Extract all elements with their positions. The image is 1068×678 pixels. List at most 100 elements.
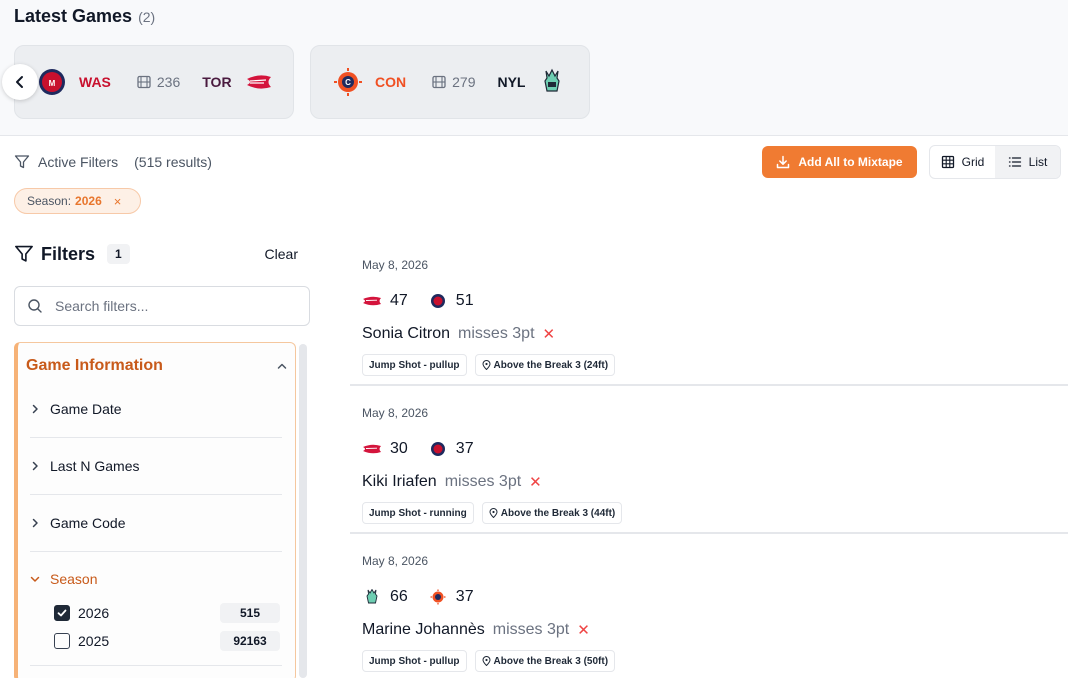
download-icon [777, 155, 790, 169]
team-abbr-home: WAS [79, 74, 111, 90]
play-item[interactable]: May 8, 2026 30 37 Kiki Iriafen misses 3p… [350, 386, 1068, 534]
play-score: 66 37 [362, 588, 474, 606]
play-item[interactable]: May 8, 2026 66 37 Marine Johannès misses… [350, 534, 1068, 678]
search-filters-input[interactable] [55, 298, 295, 314]
search-icon [28, 299, 42, 313]
location-pin-icon [482, 656, 491, 666]
team-abbr-away: TOR [202, 74, 232, 90]
option-count-badge: 515 [220, 603, 280, 623]
latest-games-title: Latest Games (2) [14, 6, 156, 26]
sun-logo-icon [428, 589, 448, 605]
miss-x-icon: ✕ [577, 622, 590, 639]
view-toggle: Grid List [929, 145, 1061, 179]
season-filter-chip[interactable]: Season: 2026 × [14, 188, 141, 214]
list-view-button[interactable]: List [995, 146, 1060, 178]
chevron-up-icon [277, 363, 287, 369]
filter-icon [14, 155, 30, 169]
shot-type-tag[interactable]: Jump Shot - running [362, 502, 474, 524]
checkbox-unchecked[interactable] [54, 633, 70, 649]
play-score: 47 51 [362, 292, 474, 310]
add-all-to-mixtape-button[interactable]: Add All to Mixtape [762, 146, 917, 178]
miss-x-icon: ✕ [529, 474, 542, 491]
location-pin-icon [482, 360, 491, 370]
chevron-right-icon [32, 404, 38, 414]
mystics-logo-icon [428, 441, 448, 457]
film-icon [432, 75, 446, 89]
game-information-header[interactable]: Game Information [26, 357, 288, 375]
mystics-logo-icon [428, 293, 448, 309]
latest-games-section: Latest Games (2) M WAS 236 TOR C CON 279 … [0, 0, 1068, 136]
team-abbr-away: NYL [497, 74, 526, 90]
filter-game-date[interactable]: Game Date [30, 381, 282, 438]
svg-text:M: M [49, 79, 56, 88]
game-information-panel: Game Information Game Date Last N Games … [14, 342, 296, 678]
player-name[interactable]: Sonia Citron [362, 325, 450, 343]
divider [30, 665, 282, 666]
film-icon [137, 75, 151, 89]
tempo-logo-icon [244, 67, 274, 97]
filters-title: Filters [41, 243, 96, 264]
grid-icon [941, 155, 954, 169]
active-filters-label: Active Filters [38, 154, 119, 170]
play-score: 30 37 [362, 440, 474, 458]
chevron-right-icon [32, 461, 38, 471]
shot-type-tag[interactable]: Jump Shot - pullup [362, 354, 467, 376]
play-date: May 8, 2026 [362, 258, 429, 272]
chevron-left-icon [16, 76, 23, 88]
shot-type-tag[interactable]: Jump Shot - pullup [362, 650, 467, 672]
sun-logo-icon: C [333, 67, 363, 97]
tempo-logo-icon [362, 441, 382, 457]
list-icon [1008, 157, 1021, 167]
filter-last-n-games[interactable]: Last N Games [30, 438, 282, 495]
play-description: Sonia Citron misses 3pt ✕ [362, 325, 555, 343]
results-count: (515 results) [134, 154, 212, 170]
location-pin-icon [489, 508, 498, 518]
play-item[interactable]: May 8, 2026 47 51 Sonia Citron misses 3p… [350, 238, 1068, 386]
zone-tag[interactable]: Above the Break 3 (50ft) [474, 650, 616, 672]
clips-count: 279 [432, 74, 475, 90]
checkbox-checked[interactable] [54, 605, 70, 621]
svg-text:C: C [345, 78, 351, 87]
miss-x-icon: ✕ [542, 326, 556, 343]
chevron-right-icon [32, 518, 38, 528]
season-option-2026[interactable]: 2026 515 [54, 602, 280, 624]
chevron-down-icon [30, 576, 40, 582]
grid-view-button[interactable]: Grid [930, 146, 995, 178]
play-tags: Jump Shot - pullup Above the Break 3 (50… [362, 650, 623, 672]
clips-count: 236 [137, 74, 180, 90]
season-option-2025[interactable]: 2025 92163 [54, 630, 280, 652]
filter-icon [15, 245, 33, 262]
section-title: Game Information [26, 357, 163, 374]
play-date: May 8, 2026 [362, 406, 429, 420]
play-tags: Jump Shot - running Above the Break 3 (4… [362, 502, 630, 524]
play-action: misses 3pt [492, 621, 570, 638]
play-action: misses 3pt [444, 473, 522, 490]
play-action: misses 3pt [458, 325, 535, 342]
filter-game-code[interactable]: Game Code [30, 495, 282, 552]
filter-season[interactable]: Season [30, 571, 282, 587]
play-tags: Jump Shot - pullup Above the Break 3 (24… [362, 354, 623, 376]
player-name[interactable]: Kiki Iriafen [362, 473, 437, 491]
zone-tag[interactable]: Above the Break 3 (24ft) [474, 354, 616, 376]
liberty-logo-icon [537, 67, 567, 97]
latest-games-count: (2) [138, 9, 156, 25]
play-description: Kiki Iriafen misses 3pt ✕ [362, 473, 542, 491]
clear-filters-button[interactable]: Clear [265, 246, 298, 262]
zone-tag[interactable]: Above the Break 3 (44ft) [481, 502, 623, 524]
sidebar-scrollbar[interactable] [299, 344, 307, 678]
check-icon [57, 609, 67, 617]
search-filters-box [14, 286, 310, 326]
play-description: Marine Johannès misses 3pt ✕ [362, 621, 590, 639]
remove-chip-icon[interactable]: × [114, 194, 122, 209]
tempo-logo-icon [362, 293, 382, 309]
play-date: May 8, 2026 [362, 554, 429, 568]
liberty-logo-icon [362, 589, 382, 605]
game-card-was-tor[interactable]: M WAS 236 TOR [14, 45, 294, 119]
filters-header: Filters 1 Clear [14, 242, 298, 266]
mystics-logo-icon: M [37, 67, 67, 97]
player-name[interactable]: Marine Johannès [362, 621, 485, 639]
option-count-badge: 92163 [220, 631, 280, 651]
game-card-con-nyl[interactable]: C CON 279 NYL [310, 45, 590, 119]
scroll-left-button[interactable] [2, 64, 38, 100]
active-filters-bar: Active Filters (515 results) [14, 152, 212, 172]
